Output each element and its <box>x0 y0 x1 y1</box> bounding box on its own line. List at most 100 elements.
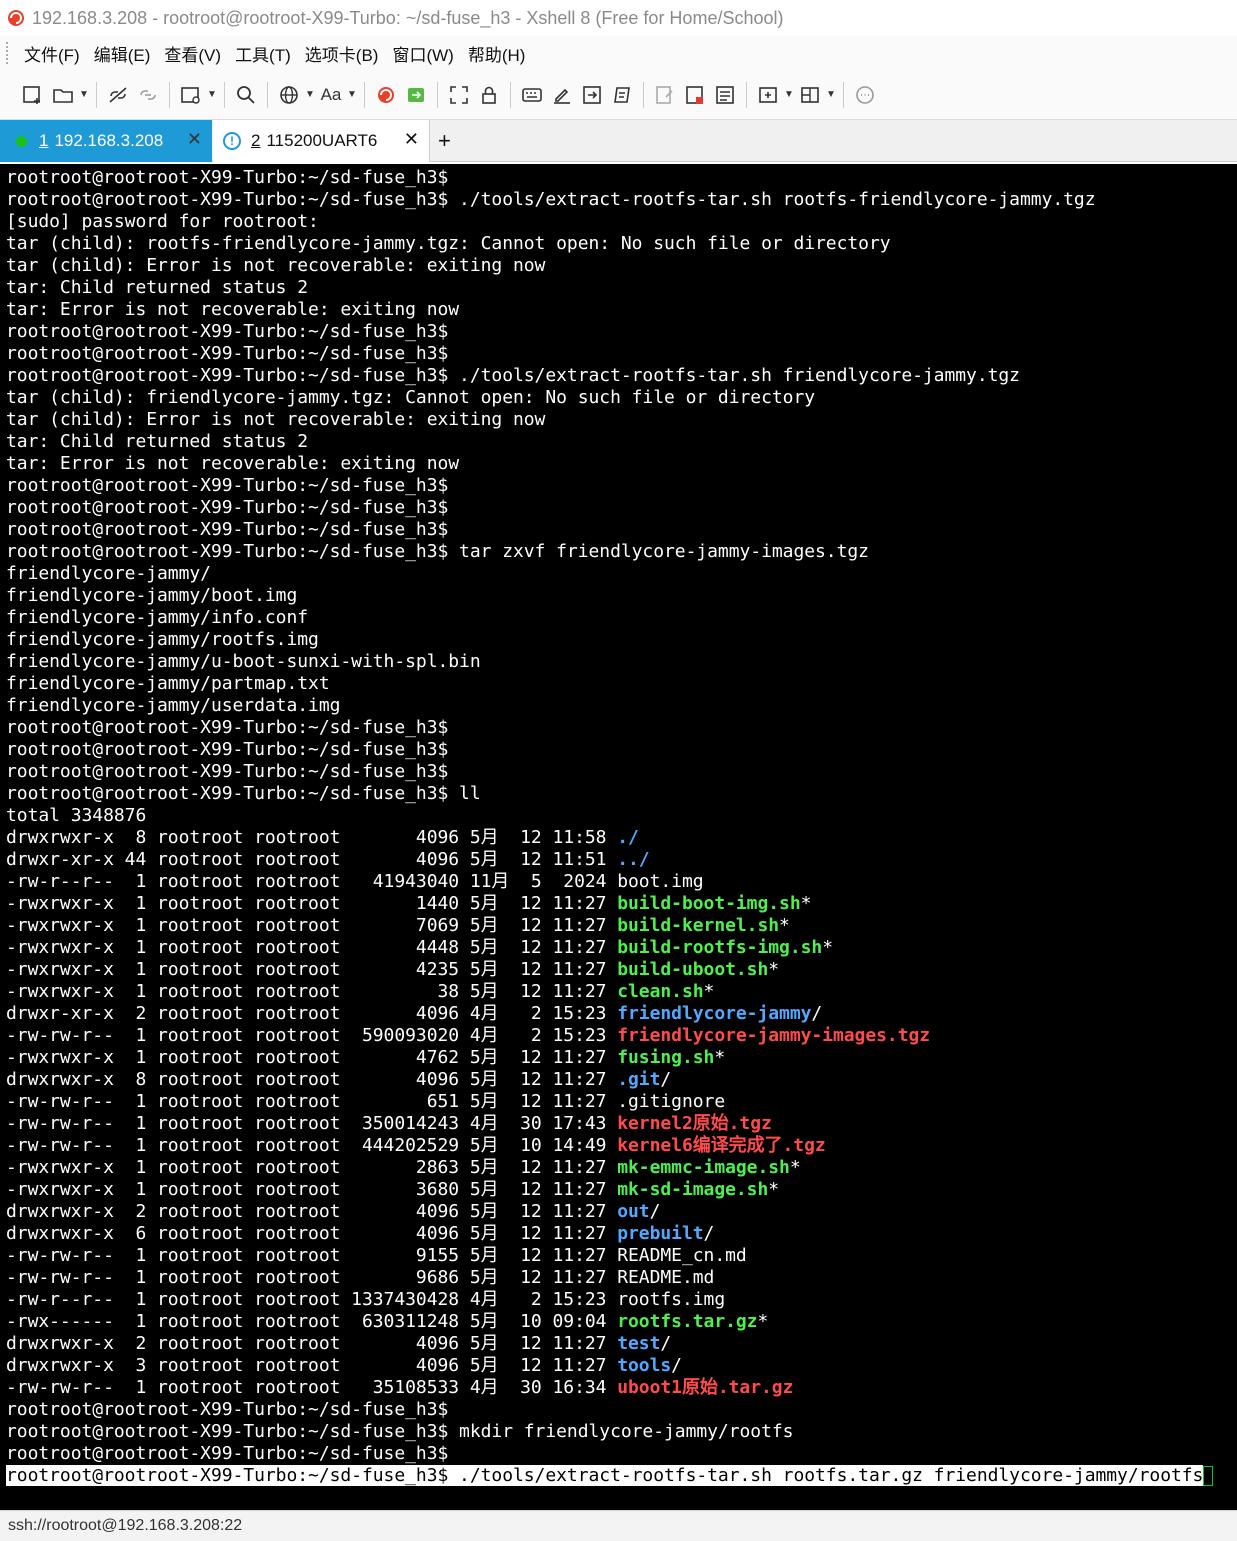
chat-button[interactable] <box>850 80 880 110</box>
current-command: rootroot@rootroot-X99-Turbo:~/sd-fuse_h3… <box>6 1465 1204 1486</box>
terminal-text: -rw-r--r-- 1 rootroot rootroot 41943040 … <box>6 871 704 892</box>
terminal-text: rootroot@rootroot-X99-Turbo:~/sd-fuse_h3… <box>6 497 449 518</box>
script-button[interactable] <box>607 80 637 110</box>
terminal-text: mk-emmc-image.sh <box>617 1157 790 1178</box>
properties-button[interactable] <box>176 80 206 110</box>
tab-session-1[interactable]: 1 192.168.3.208 ✕ <box>0 120 212 162</box>
layout-button[interactable] <box>795 80 825 110</box>
properties-dropdown-arrow[interactable]: ▼ <box>206 80 218 110</box>
warning-icon: ! <box>223 132 241 150</box>
terminal-output[interactable]: rootroot@rootroot-X99-Turbo:~/sd-fuse_h3… <box>0 164 1237 1510</box>
menu-window[interactable]: 窗口(W) <box>385 41 460 66</box>
font-button[interactable]: Aa <box>316 80 346 110</box>
new-tab-button[interactable]: + <box>438 128 451 154</box>
terminal-line: -rwxrwxr-x 1 rootroot rootroot 2863 5月 1… <box>6 1157 801 1179</box>
terminal-text: * <box>714 1047 726 1068</box>
window-title: 192.168.3.208 - rootroot@rootroot-X99-Tu… <box>32 7 784 28</box>
terminal-text: rootroot@rootroot-X99-Turbo:~/sd-fuse_h3… <box>6 717 449 738</box>
terminal-text: tar: Child returned status 2 <box>6 277 309 298</box>
terminal-text: / <box>660 1333 672 1354</box>
terminal-text: -rwxrwxr-x 1 rootroot rootroot 38 5月 12 … <box>6 981 618 1002</box>
toolbar-separator <box>510 81 511 108</box>
menu-help[interactable]: 帮助(H) <box>461 41 533 66</box>
terminal-line: -rw-rw-r-- 1 rootroot rootroot 590093020… <box>6 1025 930 1047</box>
xftp-button[interactable] <box>401 80 431 110</box>
terminal-line: rootroot@rootroot-X99-Turbo:~/sd-fuse_h3… <box>6 343 448 365</box>
keyboard-button[interactable] <box>517 80 547 110</box>
compose-button[interactable] <box>650 80 680 110</box>
terminal-line: drwxrwxr-x 2 rootroot rootroot 4096 5月 1… <box>6 1201 660 1223</box>
menu-tools[interactable]: 工具(T) <box>228 41 298 66</box>
menu-file[interactable]: 文件(F) <box>17 41 87 66</box>
encoding-dropdown-arrow[interactable]: ▼ <box>304 80 316 110</box>
new-tab-group-button[interactable] <box>753 80 783 110</box>
terminal-text: * <box>757 1311 769 1332</box>
menu-bar: 文件(F) 编辑(E) 查看(V) 工具(T) 选项卡(B) 窗口(W) 帮助(… <box>0 36 1237 70</box>
terminal-text: / <box>703 1223 715 1244</box>
terminal-line: -rwxrwxr-x 1 rootroot rootroot 3680 5月 1… <box>6 1179 779 1201</box>
tab-group-dropdown-arrow[interactable]: ▼ <box>783 80 795 110</box>
terminal-cursor <box>1203 1466 1214 1486</box>
transfer-button[interactable] <box>577 80 607 110</box>
tab-session-2[interactable]: ! 2 115200UART6 ✕ <box>213 120 430 162</box>
terminal-line: friendlycore-jammy/userdata.img <box>6 695 340 717</box>
menu-edit[interactable]: 编辑(E) <box>87 41 158 66</box>
log-button[interactable] <box>680 80 710 110</box>
pen-icon <box>554 88 570 104</box>
terminal-line: tar: Child returned status 2 <box>6 431 308 453</box>
open-dropdown-arrow[interactable]: ▼ <box>78 80 90 110</box>
toolbar-separator <box>96 81 97 108</box>
new-session-icon <box>23 85 40 104</box>
terminal-line: -rw-rw-r-- 1 rootroot rootroot 9686 5月 1… <box>6 1267 714 1289</box>
reconnect-button[interactable] <box>133 80 163 110</box>
terminal-line: tar (child): friendlycore-jammy.tgz: Can… <box>6 387 815 409</box>
terminal-line: drwxrwxr-x 3 rootroot rootroot 4096 5月 1… <box>6 1355 682 1377</box>
disconnect-button[interactable] <box>103 80 133 110</box>
close-tab-icon[interactable]: ✕ <box>404 129 419 150</box>
globe-icon <box>280 85 298 104</box>
encoding-button[interactable] <box>274 80 304 110</box>
log-icon <box>686 85 703 104</box>
open-session-button[interactable] <box>48 80 78 110</box>
terminal-line: rootroot@rootroot-X99-Turbo:~/sd-fuse_h3… <box>6 519 448 541</box>
terminal-line: tar: Child returned status 2 <box>6 277 308 299</box>
new-session-button[interactable] <box>18 80 48 110</box>
fullscreen-button[interactable] <box>444 80 474 110</box>
terminal-line: rootroot@rootroot-X99-Turbo:~/sd-fuse_h3… <box>6 1421 794 1443</box>
layout-dropdown-arrow[interactable]: ▼ <box>825 80 837 110</box>
terminal-text: rootroot@rootroot-X99-Turbo:~/sd-fuse_h3… <box>6 1399 449 1420</box>
terminal-text: uboot1原始.tar.gz <box>617 1377 794 1398</box>
terminal-line: friendlycore-jammy/partmap.txt <box>6 673 330 695</box>
terminal-text: kernel2原始.tgz <box>617 1113 772 1134</box>
terminal-text: -rw-rw-r-- 1 rootroot rootroot 9155 5月 1… <box>6 1245 747 1266</box>
terminal-text: -rw-r--r-- 1 rootroot rootroot 133743042… <box>6 1289 726 1310</box>
terminal-text: clean.sh <box>617 981 704 1002</box>
terminal-line: [sudo] password for rootroot: <box>6 211 319 233</box>
terminal-text: tar (child): friendlycore-jammy.tgz: Can… <box>6 387 816 408</box>
terminal-text: rootroot@rootroot-X99-Turbo:~/sd-fuse_h3… <box>6 475 449 496</box>
terminal-text: rootroot@rootroot-X99-Turbo:~/sd-fuse_h3… <box>6 321 449 342</box>
menu-tab[interactable]: 选项卡(B) <box>298 41 386 66</box>
find-button[interactable] <box>231 80 261 110</box>
xshell-red-icon <box>378 86 394 103</box>
keyboard-icon <box>522 87 542 102</box>
lock-button[interactable] <box>474 80 504 110</box>
menu-view[interactable]: 查看(V) <box>157 41 228 66</box>
xshell-button[interactable] <box>371 80 401 110</box>
terminal-line: -rw-rw-r-- 1 rootroot rootroot 35108533 … <box>6 1377 793 1399</box>
notes-button[interactable] <box>710 80 740 110</box>
terminal-line: rootroot@rootroot-X99-Turbo:~/sd-fuse_h3… <box>6 541 869 563</box>
close-tab-icon[interactable]: ✕ <box>187 129 202 150</box>
terminal-line: rootroot@rootroot-X99-Turbo:~/sd-fuse_h3… <box>6 1399 448 1421</box>
toolbar-separator <box>169 81 170 108</box>
terminal-text: ../ <box>617 849 650 870</box>
tab-label: 192.168.3.208 <box>54 131 164 150</box>
script-icon <box>614 86 630 103</box>
terminal-text: * <box>768 1179 780 1200</box>
terminal-line: rootroot@rootroot-X99-Turbo:~/sd-fuse_h3… <box>6 321 448 343</box>
terminal-line: friendlycore-jammy/u-boot-sunxi-with-spl… <box>6 651 481 673</box>
font-dropdown-arrow[interactable]: ▼ <box>346 80 358 110</box>
terminal-text: drwxrwxr-x 2 rootroot rootroot 4096 5月 1… <box>6 1333 618 1354</box>
session-tab-bar: 1 192.168.3.208 ✕ ! 2 115200UART6 ✕ + <box>0 120 1237 162</box>
highlight-button[interactable] <box>547 80 577 110</box>
